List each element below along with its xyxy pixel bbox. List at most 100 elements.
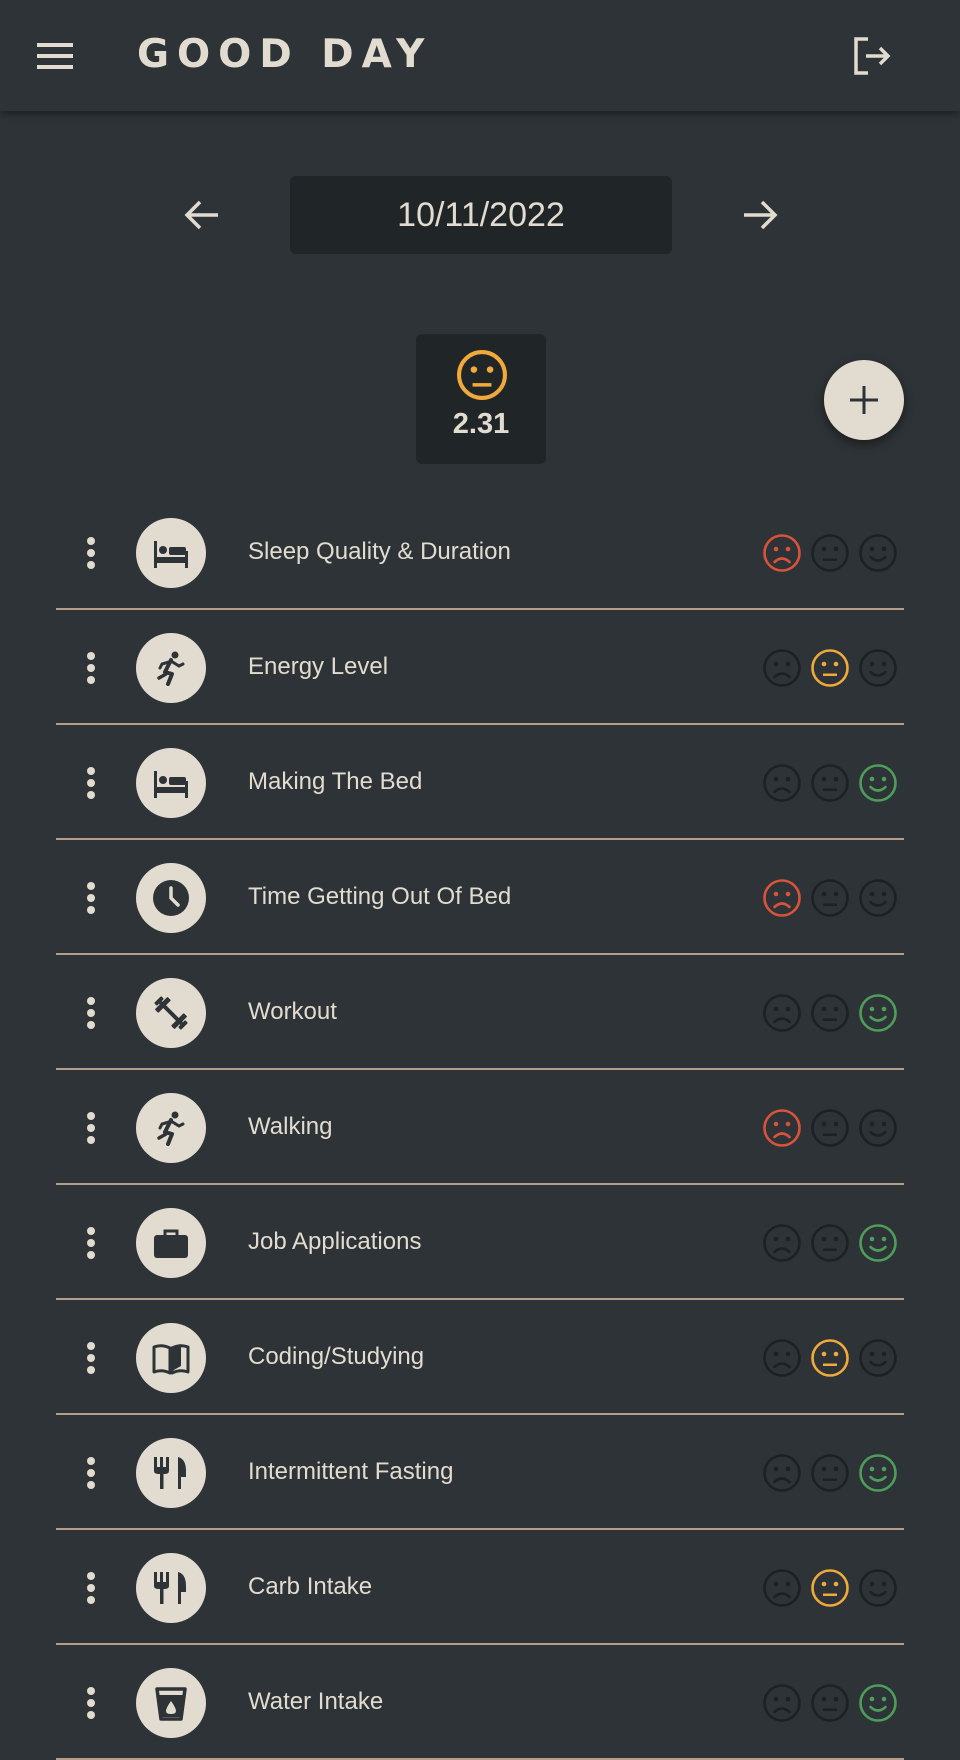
rating-good-button[interactable]	[858, 993, 898, 1033]
briefcase-icon	[154, 1229, 188, 1258]
menu-button[interactable]	[30, 33, 82, 79]
rating-bad-button[interactable]	[762, 1568, 802, 1608]
happy-face-icon	[859, 1684, 897, 1722]
rating-neutral-button[interactable]	[810, 1108, 850, 1148]
next-day-button[interactable]	[734, 189, 786, 241]
habit-label: Time Getting Out Of Bed	[248, 883, 512, 910]
rating-good-button[interactable]	[858, 763, 898, 803]
habit-rating-group	[762, 1223, 906, 1263]
rating-neutral-button[interactable]	[810, 763, 850, 803]
habit-rating-group	[762, 1338, 906, 1378]
rating-neutral-button[interactable]	[810, 1453, 850, 1493]
neutral-face-icon	[811, 764, 849, 802]
rating-bad-button[interactable]	[762, 878, 802, 918]
running-icon	[157, 651, 185, 686]
habit-options-button[interactable]	[76, 1328, 106, 1388]
rating-bad-button[interactable]	[762, 1453, 802, 1493]
rating-neutral-button[interactable]	[810, 993, 850, 1033]
rating-neutral-button[interactable]	[810, 648, 850, 688]
rating-neutral-button[interactable]	[810, 1338, 850, 1378]
logout-button[interactable]	[846, 30, 898, 82]
add-habit-button[interactable]	[824, 360, 904, 440]
habit-rating-group	[762, 533, 906, 573]
neutral-face-icon	[811, 649, 849, 687]
rating-bad-button[interactable]	[762, 1223, 802, 1263]
rating-bad-button[interactable]	[762, 1338, 802, 1378]
habit-icon	[136, 978, 206, 1048]
neutral-face-icon	[811, 879, 849, 917]
habit-options-button[interactable]	[76, 868, 106, 928]
previous-day-button[interactable]	[176, 189, 228, 241]
happy-face-icon	[859, 764, 897, 802]
habit-options-button[interactable]	[76, 1443, 106, 1503]
neutral-face-icon	[811, 994, 849, 1032]
habit-row: Job Applications	[56, 1185, 904, 1300]
sad-face-icon	[763, 994, 801, 1032]
habit-options-button[interactable]	[76, 1673, 106, 1733]
happy-face-icon	[859, 994, 897, 1032]
happy-face-icon	[859, 1569, 897, 1607]
sad-face-icon	[763, 1109, 801, 1147]
more-vertical-icon	[87, 997, 95, 1029]
rating-bad-button[interactable]	[762, 533, 802, 573]
rating-neutral-button[interactable]	[810, 1568, 850, 1608]
rating-good-button[interactable]	[858, 1568, 898, 1608]
rating-bad-button[interactable]	[762, 1683, 802, 1723]
rating-good-button[interactable]	[858, 878, 898, 918]
rating-neutral-button[interactable]	[810, 533, 850, 573]
more-vertical-icon	[87, 767, 95, 799]
rating-good-button[interactable]	[858, 1338, 898, 1378]
rating-good-button[interactable]	[858, 1683, 898, 1723]
habit-rating-group	[762, 1568, 906, 1608]
rating-bad-button[interactable]	[762, 993, 802, 1033]
habit-options-button[interactable]	[76, 983, 106, 1043]
habit-rating-group	[762, 993, 906, 1033]
habit-rating-group	[762, 648, 906, 688]
habit-rating-group	[762, 878, 906, 918]
habit-icon	[136, 1668, 206, 1738]
habit-label: Energy Level	[248, 653, 389, 680]
habit-row: Energy Level	[56, 610, 904, 725]
habit-options-button[interactable]	[76, 638, 106, 698]
rating-good-button[interactable]	[858, 1453, 898, 1493]
habit-label: Water Intake	[248, 1688, 384, 1715]
habit-row: Sleep Quality & Duration	[56, 495, 904, 610]
rating-good-button[interactable]	[858, 648, 898, 688]
rating-good-button[interactable]	[858, 1108, 898, 1148]
date-display[interactable]: 10/11/2022	[290, 176, 672, 254]
habit-label: Making The Bed	[248, 768, 423, 795]
habit-options-button[interactable]	[76, 523, 106, 583]
neutral-face-icon	[811, 1339, 849, 1377]
habit-options-button[interactable]	[76, 753, 106, 813]
happy-face-icon	[859, 1339, 897, 1377]
utensils-icon	[154, 1572, 186, 1604]
habit-row: Workout	[56, 955, 904, 1070]
app-bar: GOOD DAY	[0, 0, 960, 111]
arrow-right-icon	[744, 200, 778, 230]
rating-bad-button[interactable]	[762, 1108, 802, 1148]
neutral-face-icon	[457, 350, 507, 400]
rating-neutral-button[interactable]	[810, 878, 850, 918]
habit-row: Intermittent Fasting	[56, 1415, 904, 1530]
rating-bad-button[interactable]	[762, 763, 802, 803]
rating-bad-button[interactable]	[762, 648, 802, 688]
rating-good-button[interactable]	[858, 533, 898, 573]
habit-options-button[interactable]	[76, 1213, 106, 1273]
dumbbell-icon	[154, 996, 188, 1030]
habit-options-button[interactable]	[76, 1098, 106, 1158]
plus-icon	[850, 386, 878, 414]
habit-label: Intermittent Fasting	[248, 1458, 454, 1485]
habit-icon	[136, 1208, 206, 1278]
habit-options-button[interactable]	[76, 1558, 106, 1618]
more-vertical-icon	[87, 1227, 95, 1259]
habit-row: Coding/Studying	[56, 1300, 904, 1415]
rating-good-button[interactable]	[858, 1223, 898, 1263]
book-icon	[152, 1344, 190, 1375]
rating-neutral-button[interactable]	[810, 1223, 850, 1263]
habit-icon	[136, 1093, 206, 1163]
habit-row: Walking	[56, 1070, 904, 1185]
habit-row: Time Getting Out Of Bed	[56, 840, 904, 955]
sad-face-icon	[763, 1569, 801, 1607]
rating-neutral-button[interactable]	[810, 1683, 850, 1723]
more-vertical-icon	[87, 1687, 95, 1719]
